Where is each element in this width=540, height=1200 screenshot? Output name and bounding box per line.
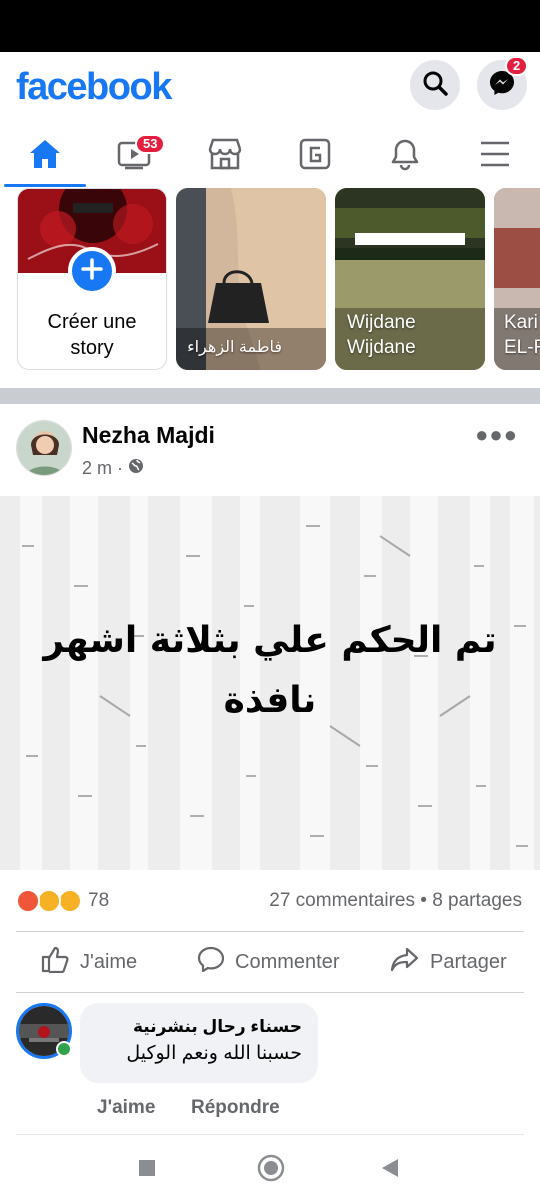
system-navigation-bar	[0, 1135, 540, 1200]
share-icon	[390, 945, 420, 979]
video-badge: 53	[135, 134, 166, 154]
story-card[interactable]: Wijdane Wijdane	[335, 188, 485, 370]
thumbs-up-icon	[40, 945, 70, 979]
add-story-button[interactable]	[68, 247, 116, 295]
comment-bubble[interactable]: حسناء رحال بنشرنية حسبنا الله ونعم الوكي…	[80, 1003, 318, 1083]
comment-button[interactable]: Commenter	[197, 932, 339, 992]
home-icon	[28, 138, 62, 175]
groups-icon	[298, 137, 332, 176]
post-actions: J'aime Commenter Partager	[0, 932, 540, 992]
recents-icon[interactable]	[138, 1159, 156, 1182]
post-header: Nezha Majdi 2 m · ●●●	[0, 404, 540, 496]
active-tab-indicator	[4, 184, 86, 187]
tab-groups[interactable]	[275, 126, 355, 186]
story-card[interactable]: Kari EL-F	[494, 188, 540, 370]
stories-row: Créer une story فاطمة الزهراء Wijdane Wi…	[0, 188, 540, 388]
story-author: فاطمة الزهراء	[187, 339, 282, 356]
plus-icon	[81, 257, 103, 285]
menu-icon	[478, 139, 512, 174]
comment-text: حسبنا الله ونعم الوكيل	[126, 1043, 302, 1064]
reactions-count: 78	[88, 890, 110, 911]
messenger-badge: 2	[505, 56, 529, 76]
post-image[interactable]: تم الحكم علي بثلاثة اشهر نافذة	[0, 496, 540, 870]
create-story-card[interactable]: Créer une story	[17, 188, 167, 370]
meta-separator: ·	[117, 458, 124, 478]
comment-icon	[197, 945, 225, 979]
feed-divider	[0, 388, 540, 404]
create-story-label: Créer une story	[47, 311, 137, 359]
like-label: J'aime	[80, 950, 138, 973]
angry-icon	[16, 889, 40, 913]
more-options-button[interactable]: ●●●	[475, 422, 518, 448]
comments-shares-count[interactable]: 27 commentaires • 8 partages	[269, 890, 522, 912]
back-icon[interactable]	[380, 1157, 400, 1184]
comment-item: حسناء رحال بنشرنية حسبنا الله ونعم الوكي…	[0, 993, 540, 1133]
bell-icon	[388, 137, 422, 176]
story-author: Wijdane Wijdane	[347, 312, 416, 358]
tab-notifications[interactable]	[365, 126, 445, 186]
search-button[interactable]	[410, 60, 460, 110]
tab-home[interactable]	[5, 126, 85, 186]
wow-icon	[37, 889, 61, 913]
tab-menu[interactable]	[455, 126, 535, 186]
reactions-summary[interactable]: 78 27 commentaires • 8 partages	[0, 876, 540, 926]
story-author: Kari EL-F	[504, 312, 540, 358]
comment-like-button[interactable]: J'aime	[97, 1097, 155, 1119]
post-text-line-2: نافذة	[223, 680, 317, 721]
main-nav: 53	[0, 126, 540, 188]
marketplace-icon	[207, 137, 243, 176]
comment-label: Commenter	[235, 950, 340, 973]
tab-video[interactable]: 53	[95, 126, 175, 186]
online-indicator	[56, 1041, 72, 1057]
share-button[interactable]: Partager	[390, 932, 507, 992]
story-card[interactable]: فاطمة الزهراء	[176, 188, 326, 370]
more-icon: ●●●	[475, 422, 518, 447]
facebook-logo[interactable]: facebook	[16, 66, 172, 109]
home-button-icon[interactable]	[257, 1154, 285, 1187]
post-time[interactable]: 2 m	[82, 458, 112, 479]
share-label: Partager	[430, 950, 507, 973]
post-author[interactable]: Nezha Majdi	[82, 422, 215, 449]
author-avatar[interactable]	[16, 420, 72, 476]
post-meta: 2 m ·	[82, 458, 144, 479]
tab-marketplace[interactable]	[185, 126, 265, 186]
search-icon	[421, 69, 449, 102]
post-text-line-1: تم الحكم علي بثلاثة اشهر	[43, 620, 497, 661]
messenger-button[interactable]: 2	[477, 56, 529, 110]
comment-reply-button[interactable]: Répondre	[191, 1097, 280, 1119]
post-text: تم الحكم علي بثلاثة اشهر نافذة	[20, 611, 520, 731]
sad-icon	[58, 889, 82, 913]
top-bar: facebook 2	[0, 52, 540, 126]
globe-icon	[128, 458, 144, 479]
commenter-name[interactable]: حسناء رحال بنشرنية	[96, 1015, 302, 1039]
like-button[interactable]: J'aime	[40, 932, 137, 992]
status-bar	[0, 0, 540, 52]
